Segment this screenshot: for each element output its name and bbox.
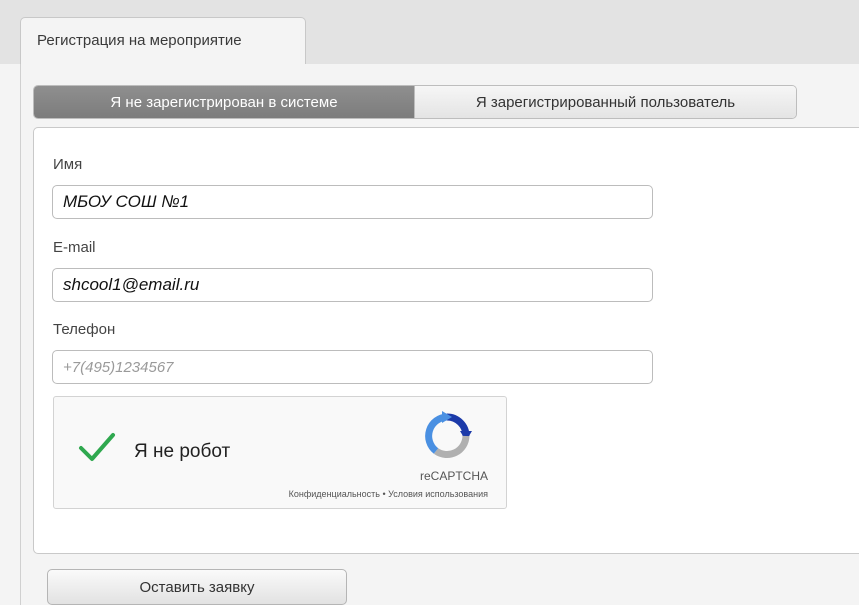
registration-type-switch: Я не зарегистрирован в системе Я зарегис… <box>33 85 797 119</box>
segment-not-registered[interactable]: Я не зарегистрирован в системе <box>34 86 414 118</box>
phone-field[interactable] <box>52 350 653 384</box>
email-field[interactable] <box>52 268 653 302</box>
segment-label: Я зарегистрированный пользователь <box>475 93 736 111</box>
submit-button[interactable]: Оставить заявку <box>47 569 347 605</box>
segment-label: Я не зарегистрирован в системе <box>110 93 338 111</box>
checkmark-icon[interactable] <box>78 431 116 463</box>
tab-event-registration[interactable]: Регистрация на мероприятие <box>20 17 306 66</box>
panel-border <box>20 64 21 605</box>
recaptcha-logo-icon <box>425 411 472 458</box>
tab-label: Регистрация на мероприятие <box>37 32 242 49</box>
segment-registered-user[interactable]: Я зарегистрированный пользователь <box>414 86 796 118</box>
recaptcha-widget: Я не робот reCAPTCHA Конфиденциальность … <box>53 396 507 509</box>
name-field[interactable] <box>52 185 653 219</box>
phone-label: Телефон <box>53 321 116 338</box>
recaptcha-brand: reCAPTCHA <box>419 469 488 483</box>
recaptcha-links[interactable]: Конфиденциальность • Условия использован… <box>289 489 488 499</box>
captcha-label: Я не робот <box>134 441 231 462</box>
name-label: Имя <box>53 156 83 173</box>
email-label: E-mail <box>53 239 96 256</box>
